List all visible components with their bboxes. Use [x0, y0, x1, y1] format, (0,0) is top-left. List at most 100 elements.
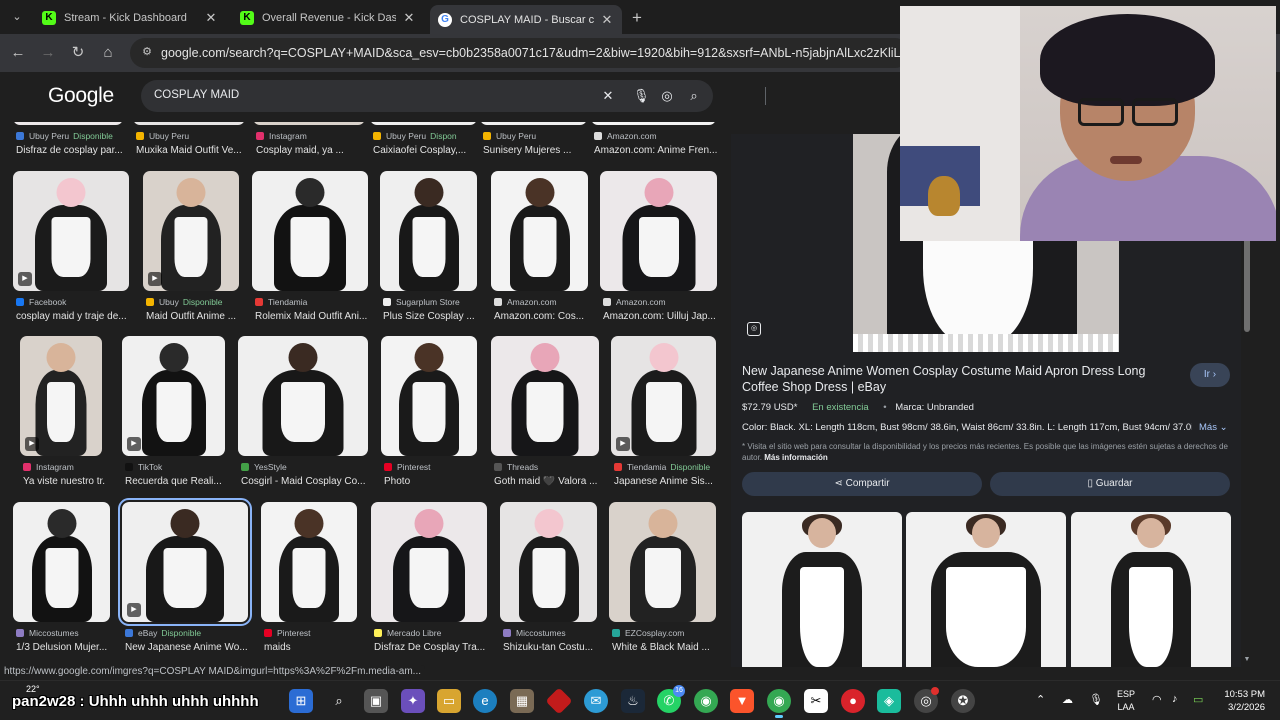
- new-tab-button[interactable]: +: [632, 8, 642, 28]
- image-result[interactable]: Instagram Cosplay maid, ya ...: [253, 122, 365, 169]
- more-dropdown[interactable]: Más ⌄: [1199, 422, 1228, 433]
- obs-icon[interactable]: ◎: [914, 687, 939, 713]
- result-caption[interactable]: Disfraz De Cosplay Tra...: [374, 642, 490, 653]
- steam-icon[interactable]: ♨: [621, 689, 645, 713]
- result-thumbnail[interactable]: [380, 171, 477, 291]
- result-source[interactable]: Pinterest: [384, 462, 480, 472]
- image-result[interactable]: Ubuy Peru Sunisery Mujeres ...: [480, 122, 587, 169]
- task-view-icon[interactable]: ▣: [364, 689, 388, 713]
- result-caption[interactable]: Muxika Maid Outfit Ve...: [136, 145, 248, 156]
- result-source[interactable]: Ubuy Peru Dispon: [373, 131, 480, 141]
- result-source[interactable]: Miccostumes: [16, 628, 113, 638]
- clear-search-icon[interactable]: ✕: [600, 88, 616, 104]
- image-result[interactable]: ▶ TikTok Recuerda que Reali...: [122, 336, 225, 500]
- result-caption[interactable]: Photo: [384, 476, 480, 487]
- result-caption[interactable]: Disfraz de cosplay par...: [16, 145, 126, 156]
- result-thumbnail[interactable]: [591, 122, 716, 125]
- image-result[interactable]: Mercado Libre Disfraz De Cosplay Tra...: [371, 502, 487, 666]
- image-result[interactable]: Pinterest Photo: [381, 336, 477, 500]
- result-source[interactable]: Ubuy Peru: [483, 131, 590, 141]
- result-caption[interactable]: maids: [264, 642, 360, 653]
- search-icon[interactable]: ⌕: [327, 689, 351, 713]
- result-caption[interactable]: Ya viste nuestro tr...: [23, 476, 105, 487]
- volume-icon[interactable]: ♪: [1172, 693, 1178, 705]
- voice-search-icon[interactable]: 🎙: [633, 88, 650, 104]
- result-source[interactable]: eBay Disponible: [125, 628, 251, 638]
- result-caption[interactable]: cosplay maid y traje de...: [16, 311, 132, 322]
- image-result[interactable]: ▶ eBay Disponible New Japanese Anime Wo...: [118, 498, 252, 666]
- result-source[interactable]: Tiendamia: [255, 297, 371, 307]
- result-caption[interactable]: Sunisery Mujeres ...: [483, 145, 590, 156]
- result-thumbnail[interactable]: [381, 336, 477, 456]
- related-image[interactable]: [742, 512, 902, 667]
- result-thumbnail[interactable]: [500, 502, 597, 622]
- microphone-icon[interactable]: 🎙: [1089, 693, 1103, 706]
- result-source[interactable]: Amazon.com: [594, 131, 719, 141]
- result-caption[interactable]: Shizuku-tan Costu...: [503, 642, 600, 653]
- result-caption[interactable]: Amazon.com: Cos...: [494, 311, 591, 322]
- close-tab-icon[interactable]: ✕: [204, 10, 218, 26]
- image-result[interactable]: ▶ Facebook cosplay maid y traje de...: [13, 171, 129, 335]
- home-icon[interactable]: ⌂: [98, 43, 118, 63]
- image-result[interactable]: YesStyle Cosgirl - Maid Cosplay Co...: [238, 336, 368, 500]
- related-image[interactable]: [1071, 512, 1231, 667]
- result-thumbnail[interactable]: [371, 502, 487, 622]
- result-source[interactable]: Instagram: [256, 131, 368, 141]
- result-source[interactable]: Sugarplum Store: [383, 297, 480, 307]
- close-tab-icon[interactable]: ✕: [402, 10, 416, 26]
- image-result[interactable]: Threads Goth maid 🖤 Valora ...: [491, 336, 599, 500]
- result-caption[interactable]: Plus Size Cosplay ...: [383, 311, 480, 322]
- discord-icon[interactable]: ◈: [877, 689, 901, 713]
- image-result[interactable]: Amazon.com Amazon.com: Anime Fren...: [591, 122, 719, 169]
- result-source[interactable]: Pinterest: [264, 628, 360, 638]
- result-source[interactable]: Ubuy Peru Disponible: [16, 131, 126, 141]
- image-result[interactable]: ▶ Instagram Ya viste nuestro tr...: [20, 336, 105, 500]
- image-result[interactable]: Sugarplum Store Plus Size Cosplay ...: [380, 171, 477, 335]
- result-caption[interactable]: Amazon.com: Uilluj Jap...: [603, 311, 720, 322]
- lens-icon[interactable]: ◎: [747, 322, 761, 336]
- result-thumbnail[interactable]: [480, 122, 587, 125]
- image-result[interactable]: EZCosplay.com White & Black Maid ...: [609, 502, 716, 666]
- result-source[interactable]: Mercado Libre: [374, 628, 490, 638]
- image-result[interactable]: Miccostumes 1/3 Delusion Mujer...: [13, 502, 110, 666]
- result-source[interactable]: TikTok: [125, 462, 228, 472]
- capcut-icon[interactable]: ✂: [804, 689, 828, 713]
- store-icon[interactable]: ▦: [510, 689, 534, 713]
- battery-icon[interactable]: ▭: [1193, 693, 1203, 706]
- site-info-icon[interactable]: ⚙: [140, 45, 154, 59]
- result-thumbnail[interactable]: [609, 502, 716, 622]
- result-source[interactable]: Facebook: [16, 297, 132, 307]
- windows-start-icon[interactable]: ⊞: [289, 689, 313, 713]
- visit-button[interactable]: Ir ›: [1190, 363, 1230, 387]
- copilot-icon[interactable]: ✦: [401, 689, 425, 713]
- image-result[interactable]: Amazon.com Amazon.com: Uilluj Jap...: [600, 171, 717, 335]
- result-source[interactable]: Ubuy Disponible: [146, 297, 242, 307]
- result-thumbnail[interactable]: [118, 498, 252, 626]
- game-app-icon[interactable]: ✪: [951, 689, 975, 713]
- chrome-active-icon[interactable]: ◉: [767, 689, 791, 718]
- clock[interactable]: 10:53 PM 3/2/2026: [1219, 688, 1265, 714]
- file-explorer-icon[interactable]: ▭: [437, 689, 461, 713]
- image-result[interactable]: Ubuy Peru Muxika Maid Outfit Ve...: [133, 122, 245, 169]
- save-button[interactable]: ▯ Guardar: [990, 472, 1230, 496]
- messenger-icon[interactable]: ✉: [584, 689, 608, 713]
- reload-icon[interactable]: ↻: [68, 43, 88, 63]
- result-source[interactable]: Threads: [494, 462, 602, 472]
- google-logo[interactable]: Google: [48, 84, 114, 108]
- result-caption[interactable]: Caixiaofei Cosplay,...: [373, 145, 480, 156]
- result-source[interactable]: Tiendamia Disponible: [614, 462, 719, 472]
- result-caption[interactable]: White & Black Maid ...: [612, 642, 719, 653]
- search-icon[interactable]: ⌕: [686, 88, 702, 104]
- result-source[interactable]: EZCosplay.com: [612, 628, 719, 638]
- image-result[interactable]: Ubuy Peru Dispon Caixiaofei Cosplay,...: [370, 122, 477, 169]
- address-bar[interactable]: ⚙ google.com/search?q=COSPLAY+MAID&sca_e…: [130, 38, 910, 68]
- result-caption[interactable]: Maid Outfit Anime ...: [146, 311, 242, 322]
- result-thumbnail[interactable]: [252, 171, 368, 291]
- result-caption[interactable]: 1/3 Delusion Mujer...: [16, 642, 113, 653]
- result-caption[interactable]: Cosgirl - Maid Cosplay Co...: [241, 476, 371, 487]
- share-button[interactable]: ⋖ Compartir: [742, 472, 982, 496]
- language-indicator[interactable]: ESP LAA: [1117, 688, 1135, 714]
- chevron-up-icon[interactable]: ⌃: [1036, 693, 1045, 706]
- result-source[interactable]: Amazon.com: [494, 297, 591, 307]
- result-caption[interactable]: Rolemix Maid Outfit Ani...: [255, 311, 371, 322]
